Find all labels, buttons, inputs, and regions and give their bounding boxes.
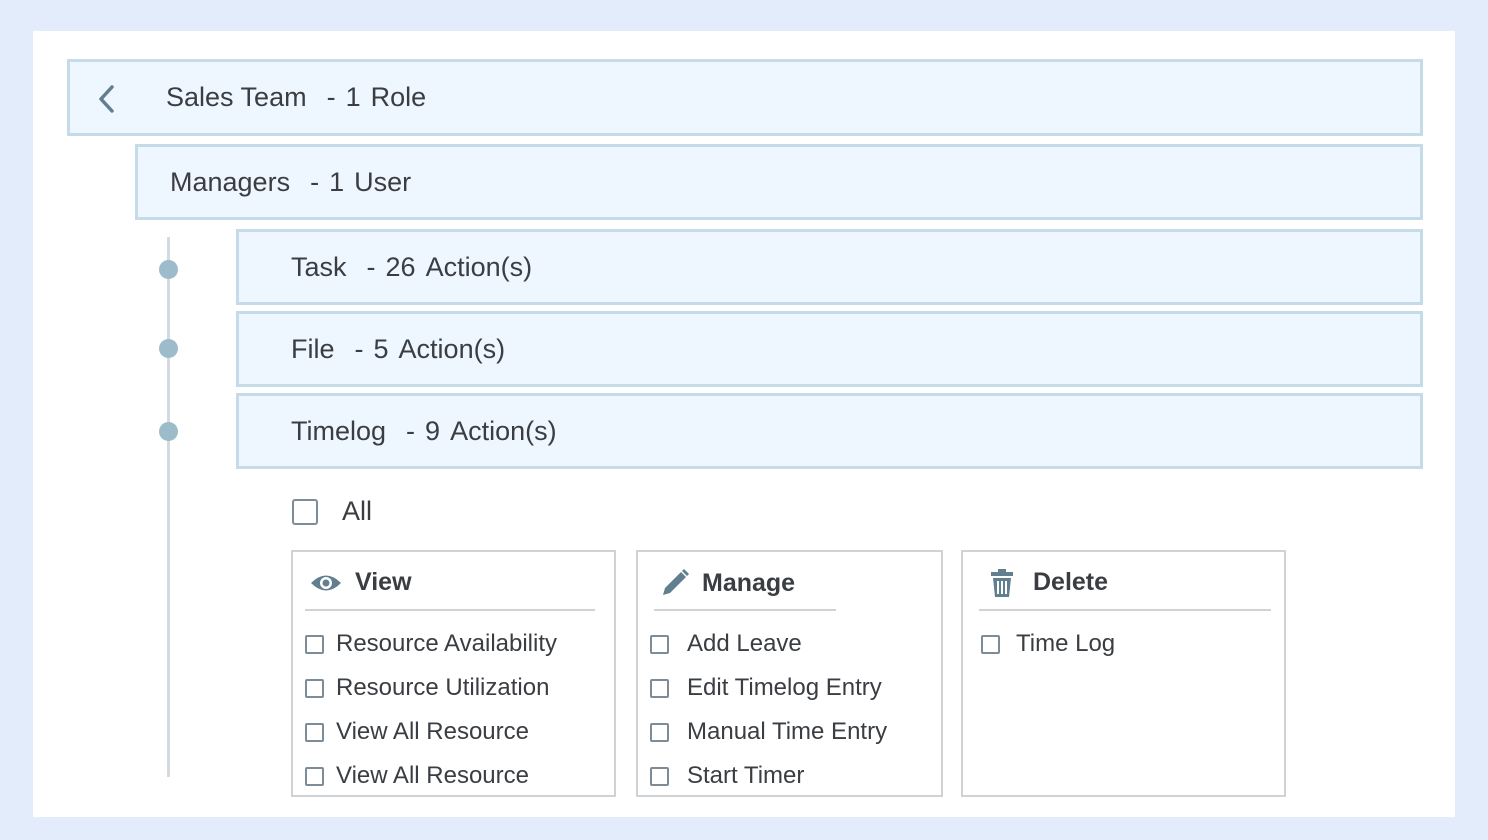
- module-unit: Action(s): [450, 415, 557, 446]
- permissions-card: Sales Team - 1 Role Managers - 1 User Ta…: [33, 31, 1455, 817]
- permission-label: Time Log: [1016, 630, 1116, 657]
- timeline-dot: [159, 339, 178, 358]
- module-bar-file[interactable]: File - 5 Action(s): [236, 311, 1423, 387]
- delete-panel-title: Delete: [1033, 568, 1109, 596]
- module-separator: -: [406, 415, 416, 446]
- group-count: 1: [329, 166, 345, 197]
- permission-label: Resource Utilization: [336, 674, 550, 701]
- permission-label: Resource Availability: [336, 630, 558, 657]
- permission-label: View All Resource: [336, 718, 529, 745]
- timeline-line: [167, 237, 170, 777]
- view-items: Resource Availability Resource Utilizati…: [305, 622, 557, 798]
- permission-item[interactable]: Add Leave: [650, 622, 887, 666]
- permission-checkbox[interactable]: [981, 634, 1000, 654]
- permission-item[interactable]: Resource Utilization: [305, 666, 557, 710]
- permission-checkbox[interactable]: [650, 766, 669, 786]
- permission-checkbox[interactable]: [305, 678, 324, 698]
- module-separator: -: [354, 333, 364, 364]
- manage-items: Add Leave Edit Timelog Entry Manual Time…: [650, 622, 887, 798]
- group-name: Managers: [170, 166, 291, 197]
- view-panel: View Resource Availability Resource Util…: [291, 550, 616, 797]
- delete-panel-divider: [979, 609, 1271, 611]
- module-bar-task[interactable]: Task - 26 Action(s): [236, 229, 1423, 305]
- manage-panel-divider: [654, 609, 836, 611]
- permission-label: View All Resource: [336, 762, 529, 789]
- permission-item[interactable]: View All Resource: [305, 710, 557, 754]
- module-unit: Action(s): [398, 333, 506, 364]
- module-count: 9: [425, 415, 441, 446]
- module-name: File: [291, 333, 335, 364]
- team-unit: Role: [370, 82, 427, 112]
- permission-label: Add Leave: [687, 630, 802, 657]
- module-separator: -: [366, 251, 376, 282]
- module-name: Timelog: [291, 415, 387, 446]
- permission-checkbox[interactable]: [305, 766, 324, 786]
- timeline-dot: [159, 260, 178, 279]
- timeline-dot: [159, 422, 178, 441]
- delete-items: Time Log: [981, 622, 1115, 666]
- team-bar[interactable]: Sales Team - 1 Role: [67, 59, 1423, 136]
- pencil-icon: [660, 568, 690, 598]
- permission-item[interactable]: Edit Timelog Entry: [650, 666, 887, 710]
- module-bar-timelog[interactable]: Timelog - 9 Action(s): [236, 393, 1423, 469]
- view-panel-title: View: [355, 568, 412, 596]
- team-name: Sales Team: [166, 82, 307, 112]
- permission-item[interactable]: Manual Time Entry: [650, 710, 887, 754]
- delete-panel-header: Delete: [991, 568, 1108, 597]
- group-unit: User: [354, 166, 412, 197]
- team-separator: -: [326, 82, 336, 112]
- team-count: 1: [345, 82, 361, 112]
- group-separator: -: [310, 166, 320, 197]
- manage-panel-header: Manage: [660, 568, 795, 598]
- view-panel-divider: [305, 609, 595, 611]
- all-label: All: [342, 496, 373, 526]
- all-checkbox[interactable]: [292, 498, 318, 525]
- permission-item[interactable]: View All Resource: [305, 754, 557, 798]
- view-panel-header: View: [309, 568, 412, 597]
- chevron-left-icon[interactable]: [96, 84, 118, 114]
- permission-item[interactable]: Time Log: [981, 622, 1115, 666]
- eye-icon: [309, 572, 343, 594]
- module-unit: Action(s): [425, 251, 533, 282]
- permission-label: Manual Time Entry: [687, 718, 888, 745]
- permission-label: Start Timer: [687, 762, 805, 789]
- permission-checkbox[interactable]: [650, 678, 669, 698]
- module-count: 5: [373, 333, 389, 364]
- group-bar[interactable]: Managers - 1 User: [135, 144, 1423, 220]
- all-row[interactable]: All: [292, 496, 372, 527]
- permission-checkbox[interactable]: [650, 722, 669, 742]
- manage-panel-title: Manage: [702, 568, 796, 597]
- permission-checkbox[interactable]: [305, 722, 324, 742]
- delete-panel: Delete Time Log: [961, 550, 1286, 797]
- module-name: Task: [291, 251, 347, 282]
- permission-checkbox[interactable]: [305, 634, 324, 654]
- module-count: 26: [385, 251, 416, 282]
- permission-item[interactable]: Start Timer: [650, 754, 887, 798]
- trash-icon: [991, 568, 1013, 597]
- permission-label: Edit Timelog Entry: [687, 674, 882, 701]
- permission-checkbox[interactable]: [650, 634, 669, 654]
- permission-item[interactable]: Resource Availability: [305, 622, 557, 666]
- manage-panel: Manage Add Leave Edit Timelog Entry Manu…: [636, 550, 943, 797]
